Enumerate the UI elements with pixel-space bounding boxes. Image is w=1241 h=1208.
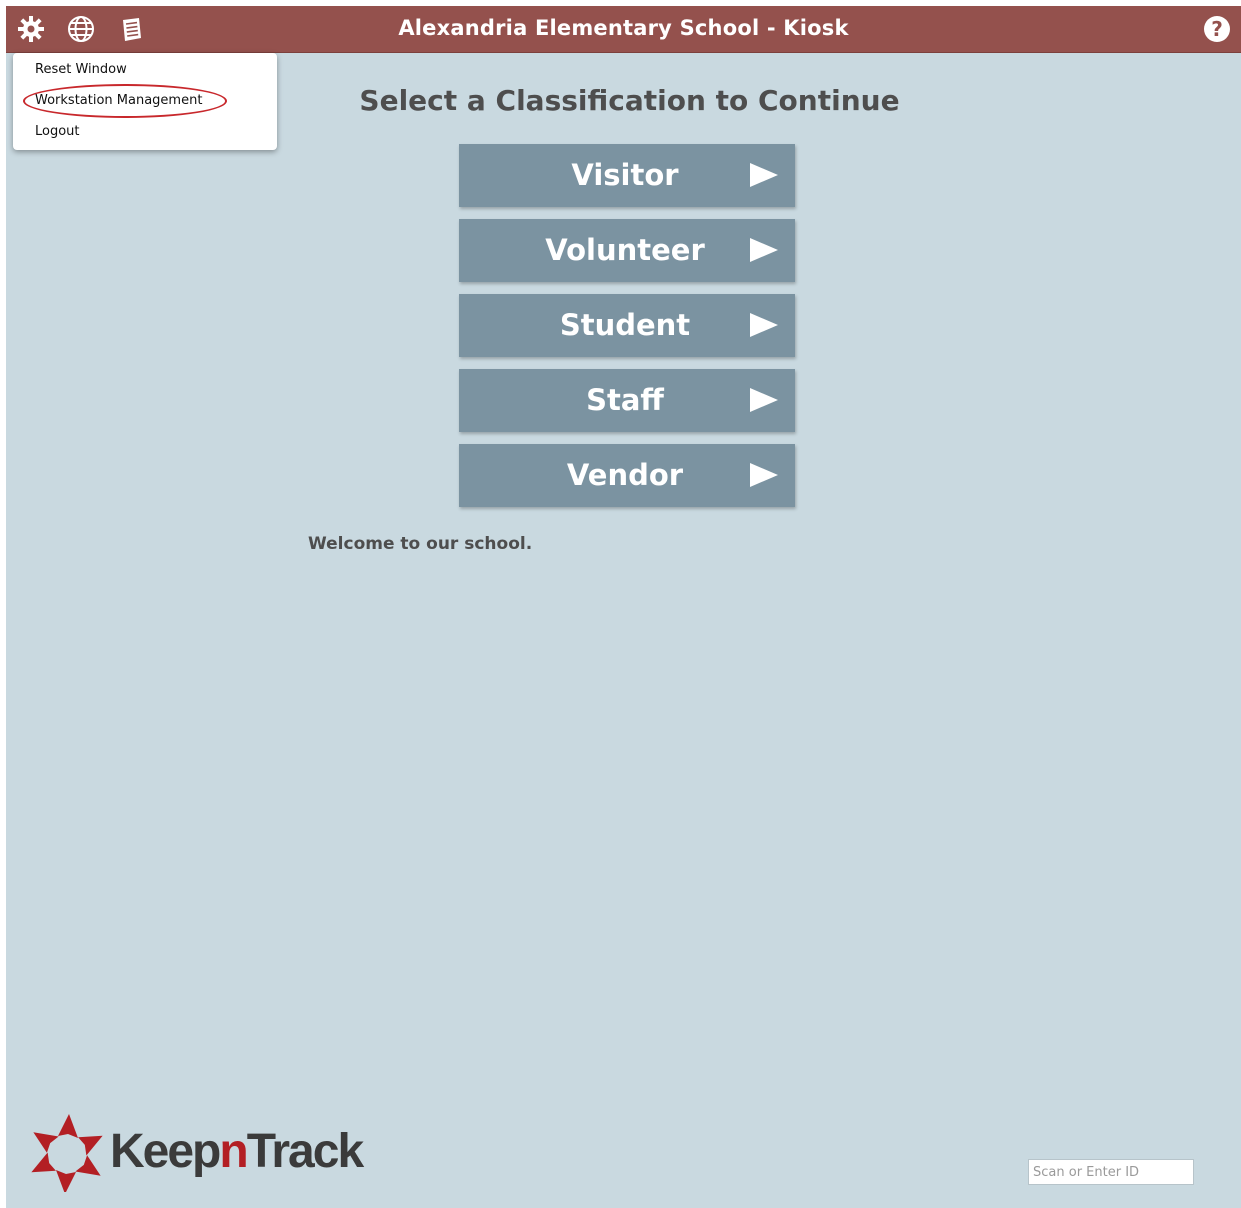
staff-button[interactable]: Staff: [459, 369, 795, 432]
header-title: Alexandria Elementary School - Kiosk: [398, 16, 849, 40]
svg-text:?: ?: [1211, 17, 1223, 41]
keepntrack-logo: KeepnTrack: [28, 1112, 364, 1192]
notes-icon[interactable]: [117, 14, 147, 44]
logo-text-keep: Keep: [110, 1125, 221, 1178]
play-arrow-icon: [750, 238, 778, 262]
globe-icon[interactable]: [66, 14, 96, 44]
header-bar: Alexandria Elementary School - Kiosk ?: [6, 6, 1241, 53]
play-arrow-icon: [750, 463, 778, 487]
logo-text-track: Track: [246, 1125, 364, 1178]
play-arrow-icon: [750, 388, 778, 412]
visitor-button[interactable]: Visitor: [459, 144, 795, 207]
volunteer-button-label: Volunteer: [545, 233, 705, 267]
logo-text-n: n: [219, 1125, 248, 1178]
help-icon[interactable]: ?: [1202, 14, 1232, 44]
scan-id-input[interactable]: [1028, 1159, 1194, 1185]
menu-item-reset-window[interactable]: Reset Window: [35, 62, 127, 77]
keepntrack-logo-mark-icon: [31, 1114, 103, 1192]
play-arrow-icon: [750, 313, 778, 337]
volunteer-button[interactable]: Volunteer: [459, 219, 795, 282]
play-arrow-icon: [750, 163, 778, 187]
gear-icon[interactable]: [16, 14, 46, 44]
staff-button-label: Staff: [586, 383, 664, 417]
student-button[interactable]: Student: [459, 294, 795, 357]
keepntrack-wordmark: KeepnTrack: [110, 1124, 364, 1179]
visitor-button-label: Visitor: [571, 158, 679, 192]
page-heading: Select a Classification to Continue: [359, 84, 900, 117]
welcome-message: Welcome to our school.: [308, 534, 533, 554]
vendor-button[interactable]: Vendor: [459, 444, 795, 507]
student-button-label: Student: [559, 308, 691, 342]
vendor-button-label: Vendor: [566, 458, 684, 492]
kiosk-app: Alexandria Elementary School - Kiosk ? R…: [6, 6, 1241, 1208]
menu-item-logout[interactable]: Logout: [35, 124, 80, 139]
